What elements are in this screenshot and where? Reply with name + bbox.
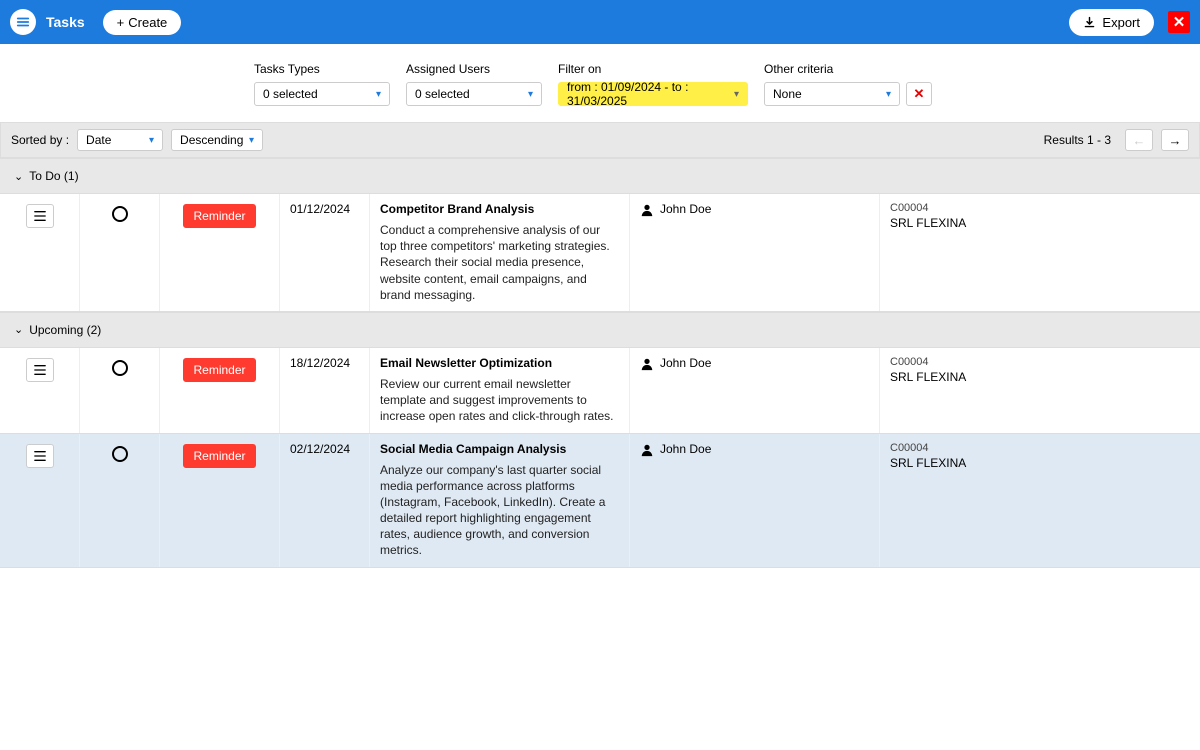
arrow-left-icon: ←: [1133, 133, 1146, 148]
sort-direction-select[interactable]: Descending ▾: [171, 129, 263, 151]
company-name: SRL FLEXINA: [890, 370, 1180, 384]
task-title: Social Media Campaign Analysis: [380, 442, 619, 456]
hamburger-icon: [16, 15, 30, 29]
task-user: John Doe: [660, 202, 711, 216]
other-criteria-select[interactable]: None ▾: [764, 82, 900, 106]
company-name: SRL FLEXINA: [890, 456, 1180, 470]
company-code: C00004: [890, 202, 1180, 214]
status-circle[interactable]: [112, 360, 128, 376]
assigned-users-label: Assigned Users: [406, 62, 542, 76]
task-types-select[interactable]: 0 selected ▾: [254, 82, 390, 106]
assigned-users-select[interactable]: 0 selected ▾: [406, 82, 542, 106]
task-types-label: Tasks Types: [254, 62, 390, 76]
chevron-down-icon: ▾: [734, 89, 739, 100]
filter-on-label: Filter on: [558, 62, 748, 76]
section-header-upcoming[interactable]: ⌄ Upcoming (2): [0, 312, 1200, 348]
task-menu-button[interactable]: [26, 358, 54, 382]
sorted-by-label: Sorted by :: [11, 133, 69, 147]
sort-bar: Sorted by : Date ▾ Descending ▾ Results …: [0, 122, 1200, 158]
task-date: 18/12/2024: [290, 356, 350, 370]
arrow-right-icon: →: [1169, 133, 1182, 148]
chevron-down-icon: ⌄: [14, 170, 23, 183]
chevron-down-icon: ⌄: [14, 323, 23, 336]
other-criteria-label: Other criteria: [764, 62, 932, 76]
close-button[interactable]: ✕: [1168, 11, 1190, 33]
user-icon: [640, 357, 654, 371]
list-icon: [33, 364, 47, 376]
task-title: Competitor Brand Analysis: [380, 202, 619, 216]
list-icon: [33, 210, 47, 222]
task-description: Conduct a comprehensive analysis of our …: [380, 222, 619, 303]
status-circle[interactable]: [112, 446, 128, 462]
chevron-down-icon: ▾: [249, 135, 254, 146]
task-title: Email Newsletter Optimization: [380, 356, 619, 370]
reminder-tag[interactable]: Reminder: [183, 204, 255, 228]
clear-filters-button[interactable]: ✕: [906, 82, 932, 106]
list-icon: [33, 450, 47, 462]
upcoming-label: Upcoming (2): [29, 323, 101, 337]
user-icon: [640, 203, 654, 217]
user-icon: [640, 443, 654, 457]
status-circle[interactable]: [112, 206, 128, 222]
task-description: Analyze our company's last quarter socia…: [380, 462, 619, 559]
task-date: 01/12/2024: [290, 202, 350, 216]
task-user: John Doe: [660, 442, 711, 456]
task-menu-button[interactable]: [26, 444, 54, 468]
sort-field-select[interactable]: Date ▾: [77, 129, 163, 151]
task-row: Reminder 02/12/2024 Social Media Campaig…: [0, 434, 1200, 568]
chevron-down-icon: ▾: [528, 89, 533, 100]
page-title: Tasks: [46, 14, 85, 30]
todo-label: To Do (1): [29, 169, 78, 183]
plus-icon: +: [117, 15, 125, 30]
export-button[interactable]: Export: [1069, 9, 1154, 36]
company-name: SRL FLEXINA: [890, 216, 1180, 230]
create-label: Create: [128, 15, 167, 30]
x-icon: ✕: [914, 86, 925, 102]
chevron-down-icon: ▾: [149, 135, 154, 146]
download-icon: [1083, 16, 1096, 29]
section-header-todo[interactable]: ⌄ To Do (1): [0, 158, 1200, 194]
next-page-button[interactable]: →: [1161, 129, 1189, 151]
filters-panel: Tasks Types 0 selected ▾ Assigned Users …: [0, 44, 1200, 122]
chevron-down-icon: ▾: [886, 89, 891, 100]
company-code: C00004: [890, 356, 1180, 368]
export-label: Export: [1102, 15, 1140, 30]
filter-on-select[interactable]: from : 01/09/2024 - to : 31/03/2025 ▾: [558, 82, 748, 106]
top-bar: Tasks + Create Export ✕: [0, 0, 1200, 44]
reminder-tag[interactable]: Reminder: [183, 358, 255, 382]
company-code: C00004: [890, 442, 1180, 454]
close-icon: ✕: [1173, 13, 1186, 31]
menu-button[interactable]: [10, 9, 36, 35]
task-menu-button[interactable]: [26, 204, 54, 228]
task-date: 02/12/2024: [290, 442, 350, 456]
task-row: Reminder 18/12/2024 Email Newsletter Opt…: [0, 348, 1200, 434]
task-user: John Doe: [660, 356, 711, 370]
results-count: Results 1 - 3: [1044, 133, 1111, 147]
chevron-down-icon: ▾: [376, 89, 381, 100]
task-description: Review our current email newsletter temp…: [380, 376, 619, 425]
task-row: Reminder 01/12/2024 Competitor Brand Ana…: [0, 194, 1200, 312]
create-button[interactable]: + Create: [103, 10, 182, 35]
prev-page-button[interactable]: ←: [1125, 129, 1153, 151]
reminder-tag[interactable]: Reminder: [183, 444, 255, 468]
